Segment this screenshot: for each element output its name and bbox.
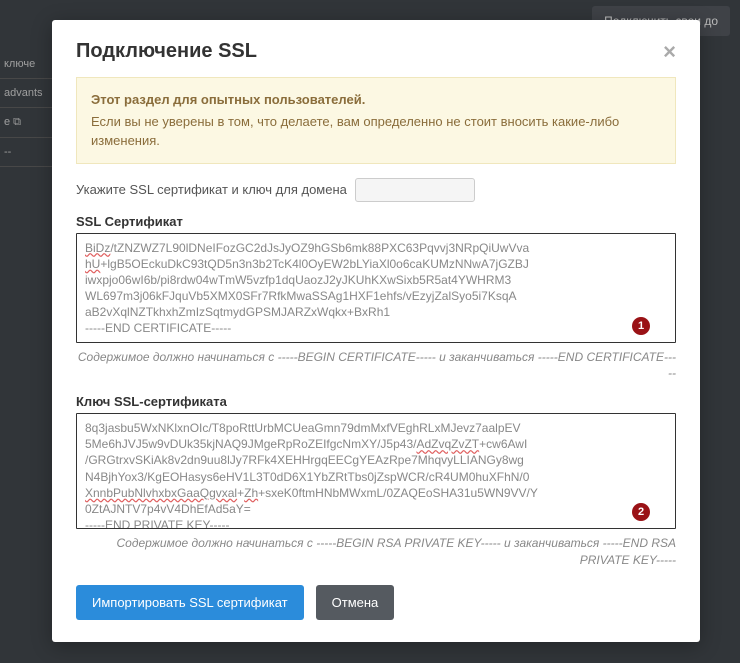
key-underline: AdZvqZvZT xyxy=(416,437,479,451)
domain-row: Укажите SSL сертификат и ключ для домена xyxy=(76,178,676,202)
cert-underline: BiDz xyxy=(85,241,110,255)
cert-text: /tZNZWZ7L90lDNeIFozGC2dJsJyOZ9hGSb6mk88P… xyxy=(110,241,529,255)
import-button[interactable]: Импортировать SSL сертификат xyxy=(76,585,304,620)
key-area-wrap: 8q3jasbu5WxNKlxnOIc/T8poRttUrbMCUeaGmn79… xyxy=(76,413,676,529)
badge-2: 2 xyxy=(632,503,650,521)
cert-underline: hU xyxy=(85,257,100,271)
warning-body: Если вы не уверены в том, что делаете, в… xyxy=(91,114,619,149)
cancel-button[interactable]: Отмена xyxy=(316,585,395,620)
badge-1: 1 xyxy=(632,317,650,335)
domain-input[interactable] xyxy=(355,178,475,202)
key-underline: Zh xyxy=(244,486,258,500)
cert-text: +lgB5OEckuDkC93tQD5n3n3b2TcK4l0OyEW2bLYi… xyxy=(85,257,529,336)
ssl-modal: Подключение SSL × Этот раздел для опытны… xyxy=(52,20,700,642)
key-label: Ключ SSL-сертификата xyxy=(76,394,676,409)
domain-label: Укажите SSL сертификат и ключ для домена xyxy=(76,182,347,197)
warning-alert: Этот раздел для опытных пользователей. Е… xyxy=(76,77,676,164)
ssl-key-textarea[interactable]: 8q3jasbu5WxNKlxnOIc/T8poRttUrbMCUeaGmn79… xyxy=(76,413,676,529)
warning-title: Этот раздел для опытных пользователей. xyxy=(91,90,661,110)
key-underline: XnnbPubNlvhxbxGaaQgvxal xyxy=(85,486,237,500)
close-icon[interactable]: × xyxy=(663,41,676,63)
cert-area-wrap: BiDz/tZNZWZ7L90lDNeIFozGC2dJsJyOZ9hGSb6m… xyxy=(76,233,676,343)
modal-title: Подключение SSL xyxy=(76,40,257,63)
key-hint: Содержимое должно начинаться с -----BEGI… xyxy=(76,535,676,569)
ssl-cert-textarea[interactable]: BiDz/tZNZWZ7L90lDNeIFozGC2dJsJyOZ9hGSb6m… xyxy=(76,233,676,343)
modal-header: Подключение SSL × xyxy=(76,40,676,63)
cert-hint: Содержимое должно начинаться с -----BEGI… xyxy=(76,349,676,383)
modal-footer: Импортировать SSL сертификат Отмена xyxy=(76,585,676,620)
cert-label: SSL Сертификат xyxy=(76,214,676,229)
